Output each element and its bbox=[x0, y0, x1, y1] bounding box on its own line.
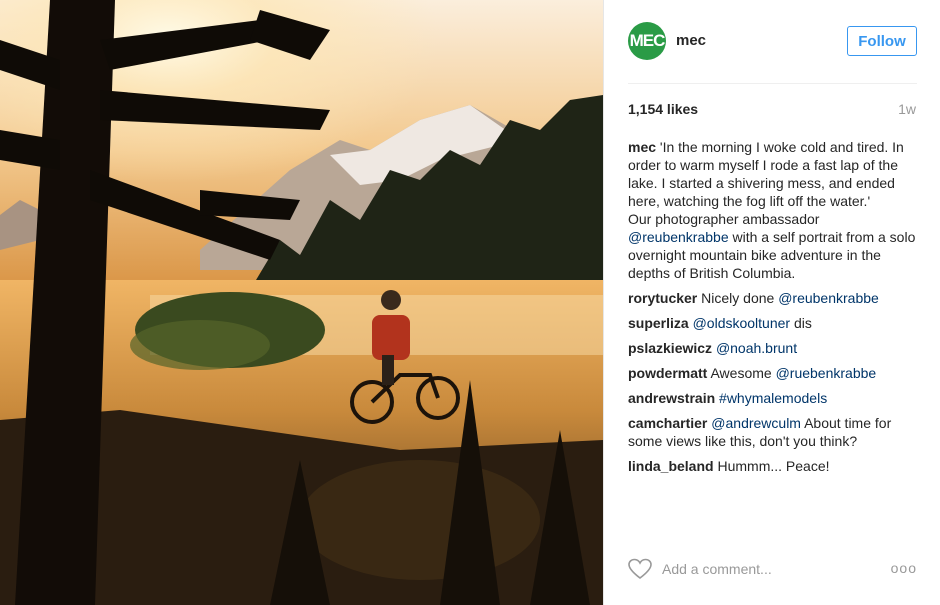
comment-item: rorytucker Nicely done @reubenkrabbe bbox=[628, 289, 918, 307]
caption-text: 'In the morning I woke cold and tired. I… bbox=[628, 139, 904, 227]
comment-text: Awesome bbox=[710, 365, 776, 381]
avatar[interactable]: MEC bbox=[628, 22, 666, 60]
comment-username[interactable]: linda_beland bbox=[628, 458, 714, 474]
comment-item: superliza @oldskooltuner dis bbox=[628, 314, 918, 332]
post-time[interactable]: 1w bbox=[898, 101, 916, 117]
comment-item: andrewstrain #whymalemodels bbox=[628, 389, 918, 407]
comment-username[interactable]: andrewstrain bbox=[628, 390, 715, 406]
comment-text: Nicely done bbox=[701, 290, 779, 306]
comment-mention[interactable]: @reubenkrabbe bbox=[778, 290, 879, 306]
comment-username[interactable]: superliza bbox=[628, 315, 689, 331]
comments-list: mec 'In the morning I woke cold and tire… bbox=[628, 138, 918, 482]
comment-container: rorytucker Nicely done @reubenkrabbe supe… bbox=[628, 289, 918, 475]
comment-username[interactable]: powdermatt bbox=[628, 365, 707, 381]
caption-mention[interactable]: @reubenkrabbe bbox=[628, 229, 729, 245]
header-divider bbox=[628, 83, 917, 84]
caption: mec 'In the morning I woke cold and tire… bbox=[628, 138, 918, 282]
post-sidebar: MEC mec Follow 1,154 likes 1w mec 'In th… bbox=[603, 0, 940, 605]
comment-mention[interactable]: @ruebenkrabbe bbox=[776, 365, 877, 381]
comment-mention[interactable]: @andrewculm bbox=[711, 415, 801, 431]
caption-username[interactable]: mec bbox=[628, 139, 656, 155]
comment-mention[interactable]: @noah.brunt bbox=[716, 340, 797, 356]
likes-count[interactable]: 1,154 likes bbox=[628, 101, 698, 117]
more-options-icon[interactable]: ooo bbox=[891, 560, 917, 576]
comment-item: camchartier @andrewculm About time for s… bbox=[628, 414, 918, 450]
comment-username[interactable]: rorytucker bbox=[628, 290, 697, 306]
comment-text: Hummm... Peace! bbox=[717, 458, 830, 474]
landscape-image bbox=[0, 0, 603, 605]
comment-footer: ooo bbox=[628, 554, 917, 584]
comment-mention[interactable]: #whymalemodels bbox=[719, 390, 827, 406]
comment-username[interactable]: pslazkiewicz bbox=[628, 340, 712, 356]
comment-mention[interactable]: @oldskooltuner bbox=[693, 315, 791, 331]
heart-icon[interactable] bbox=[628, 558, 652, 580]
comment-text-after: dis bbox=[790, 315, 812, 331]
follow-button[interactable]: Follow bbox=[847, 26, 917, 56]
add-comment-input[interactable] bbox=[662, 558, 872, 580]
comment-item: pslazkiewicz @noah.brunt bbox=[628, 339, 918, 357]
comment-username[interactable]: camchartier bbox=[628, 415, 707, 431]
post-photo[interactable] bbox=[0, 0, 603, 605]
post-modal: MEC mec Follow 1,154 likes 1w mec 'In th… bbox=[0, 0, 940, 605]
avatar-logo-text: MEC bbox=[629, 31, 666, 50]
comment-item: linda_beland Hummm... Peace! bbox=[628, 457, 918, 475]
post-header: MEC mec Follow bbox=[628, 22, 917, 62]
comment-item: powdermatt Awesome @ruebenkrabbe bbox=[628, 364, 918, 382]
author-username[interactable]: mec bbox=[676, 32, 706, 49]
